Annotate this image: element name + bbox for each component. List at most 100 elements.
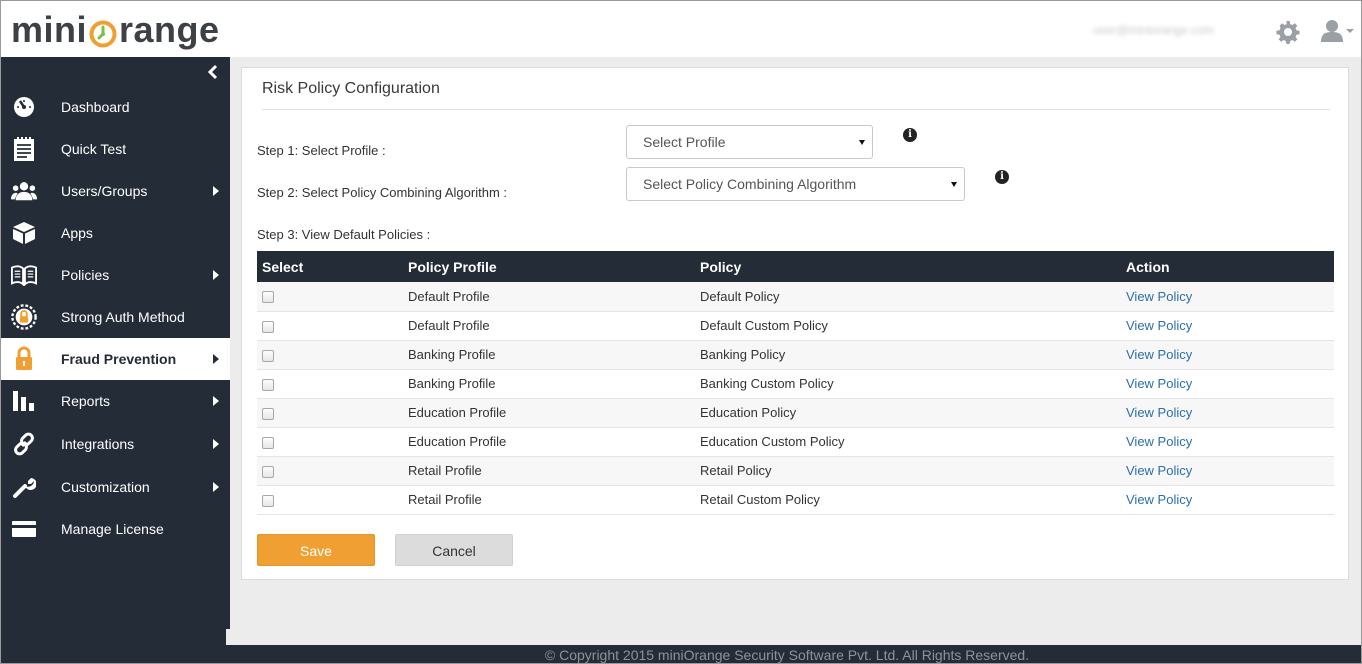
- step2-label: Step 2: Select Policy Combining Algorith…: [257, 185, 508, 200]
- chevron-right-icon: [213, 482, 219, 492]
- padlock-icon: [11, 346, 37, 372]
- default-policies-table: Select Policy Profile Policy Action Defa…: [257, 251, 1334, 515]
- table-row: Banking Profile Banking Custom Policy Vi…: [257, 369, 1334, 399]
- sidebar-item-label: Quick Test: [61, 141, 127, 157]
- user-avatar-icon: [1321, 20, 1343, 42]
- sidebar-item-fraud-prevention[interactable]: Fraud Prevention: [1, 338, 230, 380]
- sidebar-item-label: Reports: [61, 393, 111, 409]
- cell-policy: Education Policy: [695, 398, 1121, 428]
- row-checkbox[interactable]: [262, 320, 274, 333]
- row-checkbox[interactable]: [262, 349, 274, 362]
- chevron-right-icon: [213, 396, 219, 406]
- row-checkbox[interactable]: [262, 436, 274, 449]
- header-action: Action: [1126, 258, 1170, 275]
- cell-profile: Education Profile: [403, 427, 695, 457]
- wrench-icon: [11, 474, 37, 500]
- sidebar-item-reports[interactable]: Reports: [1, 380, 230, 422]
- table-row: Education Profile Education Custom Polic…: [257, 427, 1334, 457]
- user-menu[interactable]: [1319, 18, 1357, 44]
- save-button[interactable]: Save: [257, 534, 375, 566]
- bar-chart-icon: [11, 388, 37, 414]
- header-policy-profile: Policy Profile: [408, 258, 497, 275]
- sidebar-item-manage-license[interactable]: Manage License: [1, 508, 230, 550]
- sidebar-item-integrations[interactable]: Integrations: [1, 422, 230, 466]
- row-checkbox[interactable]: [262, 291, 274, 304]
- select-profile-value: Select Profile: [643, 134, 726, 150]
- view-policy-link[interactable]: View Policy: [1126, 434, 1192, 449]
- cancel-button[interactable]: Cancel: [395, 534, 513, 566]
- select-algorithm-value: Select Policy Combining Algorithm: [643, 176, 857, 192]
- sidebar-item-customization[interactable]: Customization: [1, 466, 230, 508]
- row-checkbox[interactable]: [262, 494, 274, 507]
- chevron-right-icon: [213, 270, 219, 280]
- table-row: Default Profile Default Policy View Poli…: [257, 282, 1334, 312]
- cell-profile: Retail Profile: [403, 456, 695, 486]
- gear-icon[interactable]: [1276, 20, 1300, 44]
- sidebar-item-label: Users/Groups: [61, 183, 148, 199]
- book-icon: [11, 262, 37, 288]
- top-header: mini range user@miniorange.com: [1, 1, 1361, 57]
- view-policy-link[interactable]: View Policy: [1126, 318, 1192, 333]
- cell-policy: Retail Policy: [695, 456, 1121, 486]
- sidebar-item-dashboard[interactable]: Dashboard: [1, 86, 230, 128]
- page-title: Risk Policy Configuration: [262, 80, 440, 97]
- sidebar-item-label: Policies: [61, 267, 110, 283]
- row-checkbox[interactable]: [262, 407, 274, 420]
- brand-o-icon: [88, 17, 118, 48]
- cell-policy: Default Custom Policy: [695, 311, 1121, 341]
- link-icon: [11, 431, 37, 457]
- copyright-text: © Copyright 2015 miniOrange Security Sof…: [544, 647, 1030, 663]
- view-policy-link[interactable]: View Policy: [1126, 405, 1192, 420]
- sidebar-nav: Dashboard Quick Test Users/Groups Apps P…: [1, 86, 230, 550]
- select-algorithm-dropdown[interactable]: Select Policy Combining Algorithm: [626, 167, 965, 201]
- cell-profile: Banking Profile: [403, 369, 695, 399]
- view-policy-link[interactable]: View Policy: [1126, 492, 1192, 507]
- card-icon: [11, 516, 37, 542]
- sidebar-item-apps[interactable]: Apps: [1, 212, 230, 254]
- sidebar-item-label: Strong Auth Method: [61, 309, 185, 325]
- view-policy-link[interactable]: View Policy: [1126, 289, 1192, 304]
- view-policy-link[interactable]: View Policy: [1126, 376, 1192, 391]
- risk-policy-panel: Risk Policy Configuration Step 1: Select…: [241, 67, 1349, 580]
- title-divider: [262, 109, 1330, 110]
- info-icon[interactable]: i: [995, 170, 1009, 184]
- cell-policy: Banking Custom Policy: [695, 369, 1121, 399]
- chevron-right-icon: [213, 186, 219, 196]
- cell-policy: Education Custom Policy: [695, 427, 1121, 457]
- table-row: Banking Profile Banking Policy View Poli…: [257, 340, 1334, 370]
- users-icon: [11, 178, 37, 204]
- step3-label: Step 3: View Default Policies :: [257, 227, 431, 242]
- collapse-sidebar-icon[interactable]: [203, 63, 223, 81]
- user-email: user@miniorange.com: [1093, 23, 1214, 37]
- cell-policy: Banking Policy: [695, 340, 1121, 370]
- table-header-row: Select Policy Profile Policy Action: [257, 251, 1334, 282]
- view-policy-link[interactable]: View Policy: [1126, 347, 1192, 362]
- dashboard-icon: [11, 94, 37, 120]
- sidebar-item-label: Dashboard: [61, 99, 130, 115]
- sidebar-item-label: Integrations: [61, 436, 135, 452]
- sidebar-item-label: Customization: [61, 479, 150, 495]
- cell-profile: Default Profile: [403, 282, 695, 312]
- cell-policy: Retail Custom Policy: [695, 485, 1121, 515]
- app-window: mini range user@miniorange.com Dashboard…: [0, 0, 1362, 664]
- header-policy: Policy: [700, 258, 742, 275]
- table-row: Retail Profile Retail Policy View Policy: [257, 456, 1334, 486]
- chevron-right-icon: [213, 439, 219, 449]
- row-checkbox[interactable]: [262, 465, 274, 478]
- caret-down-icon: [951, 182, 957, 187]
- sidebar-item-policies[interactable]: Policies: [1, 254, 230, 296]
- step1-label: Step 1: Select Profile :: [257, 143, 386, 158]
- info-icon[interactable]: i: [903, 128, 917, 142]
- select-profile-dropdown[interactable]: Select Profile: [626, 125, 873, 159]
- lock-badge-icon: [11, 304, 37, 330]
- row-checkbox[interactable]: [262, 378, 274, 391]
- sidebar-item-quick-test[interactable]: Quick Test: [1, 128, 230, 170]
- sidebar-item-label: Apps: [61, 225, 93, 241]
- cell-profile: Default Profile: [403, 311, 695, 341]
- sidebar-item-users-groups[interactable]: Users/Groups: [1, 170, 230, 212]
- brand-text-suffix: range: [119, 9, 220, 50]
- chevron-right-icon: [213, 354, 219, 364]
- brand-logo[interactable]: mini range: [11, 10, 220, 50]
- view-policy-link[interactable]: View Policy: [1126, 463, 1192, 478]
- sidebar-item-strong-auth-method[interactable]: Strong Auth Method: [1, 296, 230, 338]
